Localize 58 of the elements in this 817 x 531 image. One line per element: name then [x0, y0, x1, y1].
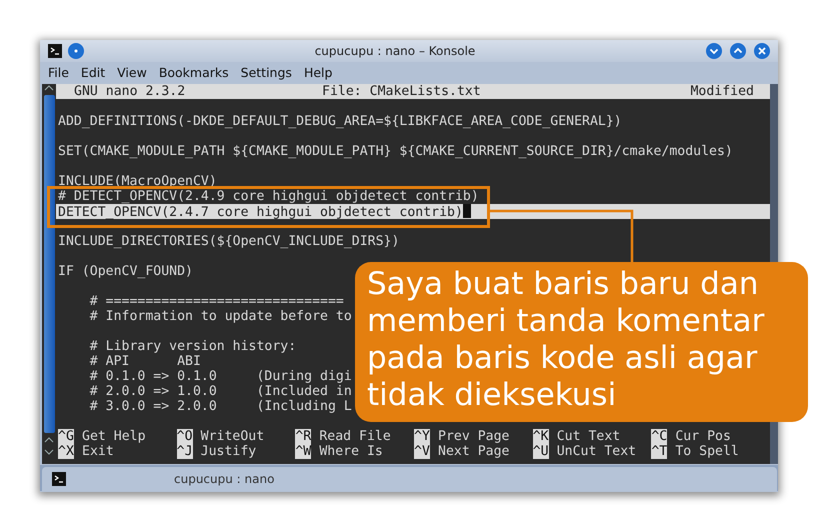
menu-item[interactable]: Edit	[76, 64, 114, 80]
shortcut-label: Justify	[200, 444, 256, 459]
shortcut-label: Cut Text	[556, 429, 620, 444]
menu-item[interactable]: View	[113, 64, 155, 80]
shortcut-label: Where Is	[319, 444, 383, 459]
menu-item[interactable]: Help	[300, 64, 340, 80]
maximize-icon[interactable]	[730, 43, 746, 59]
nano-version: GNU nano 2.3.2	[74, 84, 186, 99]
terminal-icon	[52, 472, 66, 486]
minimize-icon[interactable]	[706, 43, 722, 59]
callout-note: Saya buat baris baru dan memberi tanda komentar pada baris kode asli agar tidak dieksekusi	[355, 262, 808, 422]
scroll-up-icon[interactable]	[44, 436, 54, 444]
code-line: # DETECT_OPENCV(2.4.9 core highgui objdetect contrib)	[57, 189, 479, 204]
modified-status: Modified	[690, 84, 754, 99]
code-line: # 2.0.0 => 1.0.0 (Included in	[88, 384, 352, 399]
code-line: # API ABI	[88, 354, 201, 369]
scrollbar-thumb[interactable]	[44, 95, 54, 433]
terminal-icon	[48, 44, 62, 58]
shortcut-label: Prev Page	[438, 429, 510, 444]
menu-item[interactable]: File	[44, 64, 77, 80]
code-line: SET(CMAKE_MODULE_PATH ${CMAKE_MODULE_PATH} ${CMAKE_CURRENT_SOURCE_DIR}/cmake/modules)	[57, 144, 733, 159]
close-icon[interactable]	[754, 43, 770, 59]
code-line: # 0.1.0 => 0.1.0 (During digi	[88, 369, 352, 384]
shortcut-key: ^O	[176, 429, 193, 444]
shortcut-key: ^T	[651, 444, 668, 459]
code-line: # Information to update before to	[88, 309, 352, 324]
code-line: IF (OpenCV_FOUND)	[57, 264, 193, 279]
shortcut-label: Next Page	[438, 444, 510, 459]
window-title: cupucupu : nano – Konsole	[314, 44, 476, 58]
shortcut-key: ^G	[58, 429, 74, 444]
menu-item[interactable]: Settings	[236, 64, 300, 80]
shortcut-label: WriteOut	[200, 429, 264, 444]
code-line: # 3.0.0 => 2.0.0 (Including L	[88, 399, 352, 414]
terminal-tab[interactable]: cupucupu : nano	[42, 467, 777, 491]
code-line: ADD_DEFINITIONS(-DKDE_DEFAULT_DEBUG_AREA=${LIBKFACE_AREA_CODE_GENERAL})	[57, 114, 622, 129]
code-line: # Library version history:	[88, 339, 296, 354]
shortcut-label: Exit	[82, 444, 114, 459]
code-line: INCLUDE_DIRECTORIES(${OpenCV_INCLUDE_DIRS})	[57, 234, 400, 249]
shortcut-key: ^U	[532, 444, 549, 459]
shortcut-key: ^K	[532, 429, 549, 444]
shortcut-label: Get Help	[82, 429, 146, 444]
shortcut-label: Read File	[319, 429, 391, 444]
scroll-down-icon[interactable]	[44, 448, 54, 456]
code-line: # ==============================	[88, 294, 344, 309]
shortcut-key: ^C	[651, 429, 668, 444]
shortcut-key: ^R	[295, 429, 312, 444]
shortcut-key: ^J	[176, 444, 193, 459]
shortcut-label: UnCut Text	[556, 444, 636, 459]
menu-item[interactable]: Bookmarks	[154, 64, 237, 80]
shortcut-key: ^X	[58, 444, 74, 459]
code-line: INCLUDE(MacroOpenCV)	[57, 174, 217, 189]
shortcut-label: To Spell	[675, 444, 739, 459]
shortcut-key: ^V	[414, 444, 430, 459]
file-name: File: CMakeLists.txt	[322, 84, 482, 99]
scroll-up-icon[interactable]	[44, 84, 54, 92]
menu-button-icon[interactable]	[68, 43, 84, 59]
shortcut-key: ^Y	[414, 429, 430, 444]
shortcut-label: Cur Pos	[675, 429, 731, 444]
